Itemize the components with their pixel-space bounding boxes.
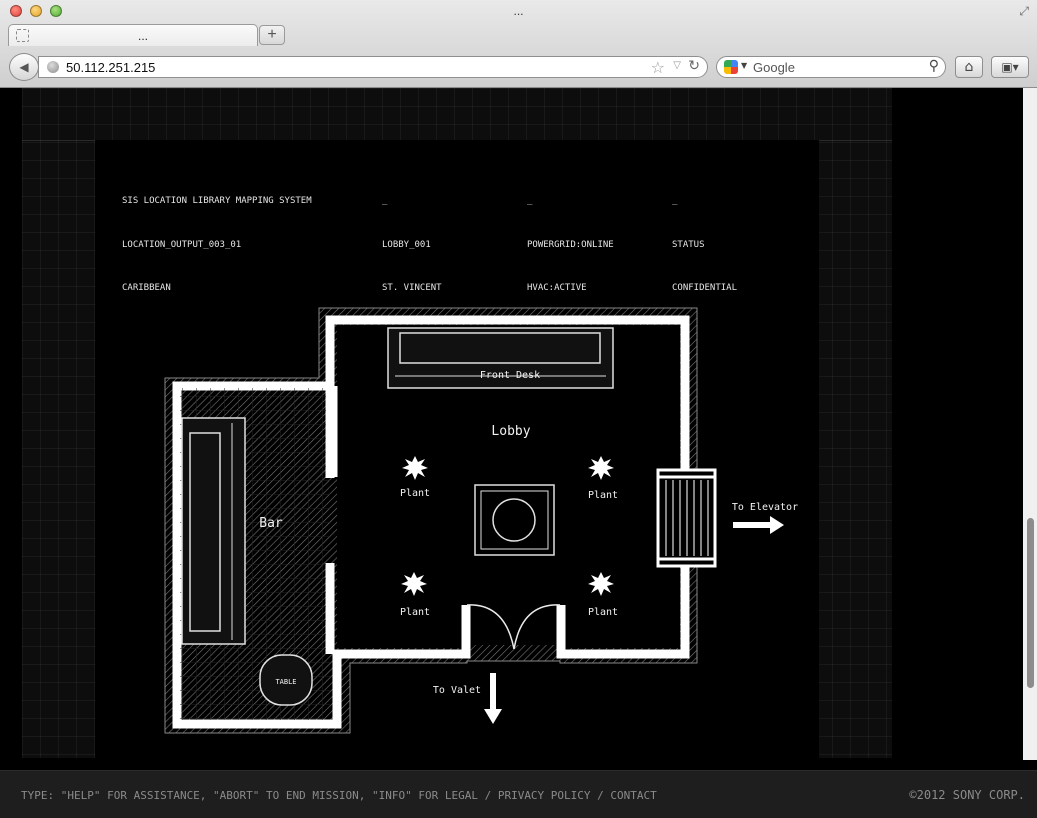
bookmark-star-icon[interactable]: ☆	[651, 58, 665, 77]
plant-sw-icon	[401, 572, 427, 596]
floor-plan: Front Desk Lobby Bar TABLE Plant Plant P…	[164, 307, 798, 734]
lobby-label: Lobby	[491, 424, 530, 439]
engine-dropdown-icon[interactable]: ▼	[741, 61, 747, 70]
window-title: ...	[513, 4, 524, 18]
address-bar[interactable]: 50.112.251.215 ☆ ▽ ↻	[38, 56, 708, 78]
addon-menu-button[interactable]: ▣▾	[991, 56, 1029, 78]
site-identity-icon[interactable]	[47, 61, 59, 73]
search-icon[interactable]: ⚲	[929, 58, 939, 74]
page-viewport: SIS LOCATION LIBRARY MAPPING SYSTEM LOCA…	[0, 88, 1037, 770]
table-label: TABLE	[275, 678, 296, 686]
google-icon[interactable]	[724, 60, 738, 74]
plant-ne-label: Plant	[588, 490, 618, 501]
home-button[interactable]: ⌂	[955, 56, 983, 78]
plant-se-icon	[588, 572, 614, 596]
search-input[interactable]: Google	[753, 60, 795, 75]
vertical-scrollbar[interactable]	[1023, 88, 1037, 760]
reload-icon[interactable]: ↻	[688, 58, 700, 74]
browser-tab[interactable]: ...	[8, 24, 258, 46]
elevator-arrow-icon	[733, 516, 784, 534]
bar-counter[interactable]	[181, 417, 246, 645]
to-valet-label[interactable]: To Valet	[433, 685, 481, 696]
plant-nw-label: Plant	[400, 488, 430, 499]
command-prompt[interactable]: TYPE: "HELP" FOR ASSISTANCE, "ABORT" TO …	[21, 789, 657, 802]
elevator-passage[interactable]	[656, 468, 717, 568]
navigation-toolbar: 50.112.251.215 ☆ ▽ ↻ ◀ ▼ Google ⚲ ⌂ ▣▾	[0, 47, 1037, 88]
favicon-icon	[16, 29, 29, 42]
valet-arrow-icon	[484, 673, 502, 724]
command-footer: TYPE: "HELP" FOR ASSISTANCE, "ABORT" TO …	[0, 770, 1037, 818]
browser-chrome: ... ⤢ ... + 50.112.251.215 ☆ ▽ ↻ ◀ ▼ Goo…	[0, 0, 1037, 88]
title-bar: ... ⤢	[0, 0, 1037, 24]
front-desk-label: Front Desk	[480, 370, 540, 381]
new-tab-button[interactable]: +	[259, 25, 285, 45]
plant-ne-icon	[588, 456, 614, 480]
scrollbar-thumb[interactable]	[1027, 518, 1034, 688]
plant-nw-icon	[402, 456, 428, 480]
url-text[interactable]: 50.112.251.215	[66, 60, 155, 75]
back-button[interactable]: ◀	[9, 53, 39, 81]
to-elevator-label[interactable]: To Elevator	[732, 502, 798, 513]
fullscreen-icon[interactable]: ⤢	[1019, 4, 1029, 19]
history-dropdown-icon[interactable]: ▽	[673, 60, 681, 71]
plant-sw-label: Plant	[400, 607, 430, 618]
bar-label: Bar	[259, 516, 283, 531]
tab-title: ...	[137, 29, 148, 43]
plant-se-label: Plant	[588, 607, 618, 618]
copyright: ©2012 SONY CORP.	[909, 788, 1025, 802]
search-bar[interactable]: ▼ Google ⚲	[716, 56, 946, 78]
